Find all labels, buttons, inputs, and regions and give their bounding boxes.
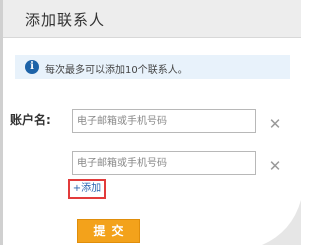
- add-contact-dialog: 添加联系人 i 每次最多可以添加10个联系人。 账户名: ✕ ✕ +添加 提交: [0, 0, 301, 245]
- account-name-label: 账户名:: [10, 113, 51, 127]
- add-contact-link[interactable]: +添加: [68, 179, 106, 199]
- info-icon: i: [25, 60, 39, 74]
- remove-icon[interactable]: ✕: [267, 158, 283, 174]
- submit-button[interactable]: 提交: [77, 219, 140, 243]
- account-input-2[interactable]: [72, 151, 256, 175]
- info-notice: i 每次最多可以添加10个联系人。: [15, 55, 290, 79]
- remove-icon[interactable]: ✕: [267, 116, 283, 132]
- dialog-header: 添加联系人: [3, 0, 301, 38]
- info-message: 每次最多可以添加10个联系人。: [45, 65, 188, 76]
- account-input-1[interactable]: [72, 109, 256, 133]
- dialog-title: 添加联系人: [25, 11, 106, 29]
